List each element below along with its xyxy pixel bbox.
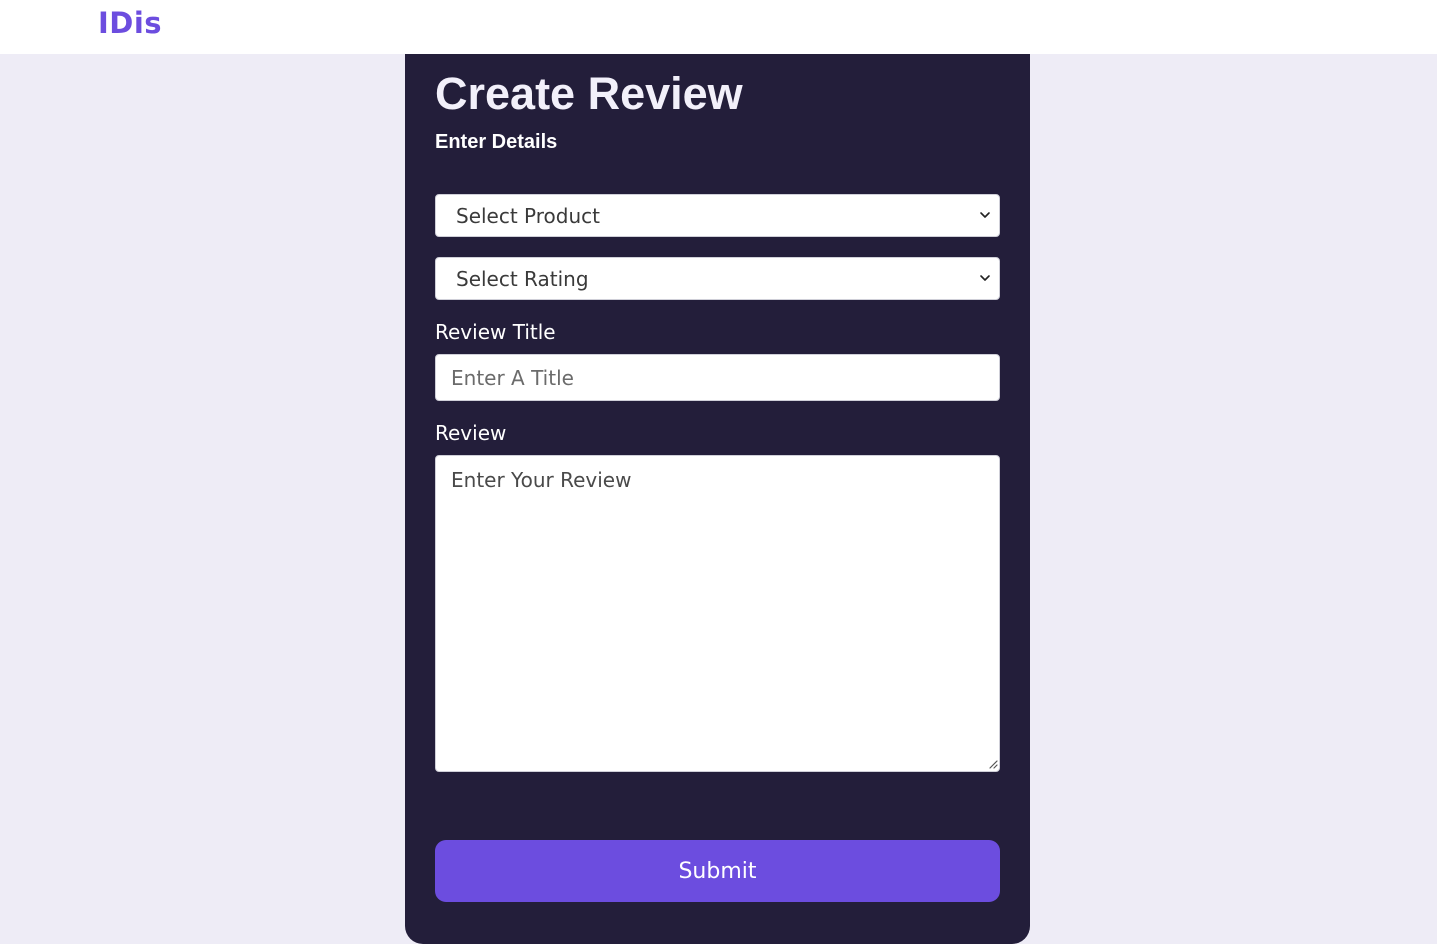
rating-select[interactable]: Select Rating: [435, 257, 1000, 300]
submit-button[interactable]: Submit: [435, 840, 1000, 902]
chevron-down-icon: [980, 212, 990, 218]
page-title: Create Review: [435, 68, 743, 119]
chevron-down-icon: [980, 275, 990, 281]
create-review-card: Create Review Enter Details Select Produ…: [405, 54, 1030, 944]
review-title-input[interactable]: [435, 354, 1000, 401]
resize-grip-icon[interactable]: [987, 758, 998, 769]
product-select[interactable]: Select Product: [435, 194, 1000, 237]
review-title-label: Review Title: [435, 320, 556, 344]
rating-select-value: Select Rating: [456, 267, 589, 291]
product-select-value: Select Product: [456, 204, 600, 228]
review-label: Review: [435, 421, 507, 445]
brand-logo[interactable]: IDis: [98, 6, 162, 40]
review-textarea[interactable]: [435, 455, 1000, 772]
form-subtitle: Enter Details: [435, 131, 558, 153]
navbar: IDis: [0, 0, 1437, 54]
